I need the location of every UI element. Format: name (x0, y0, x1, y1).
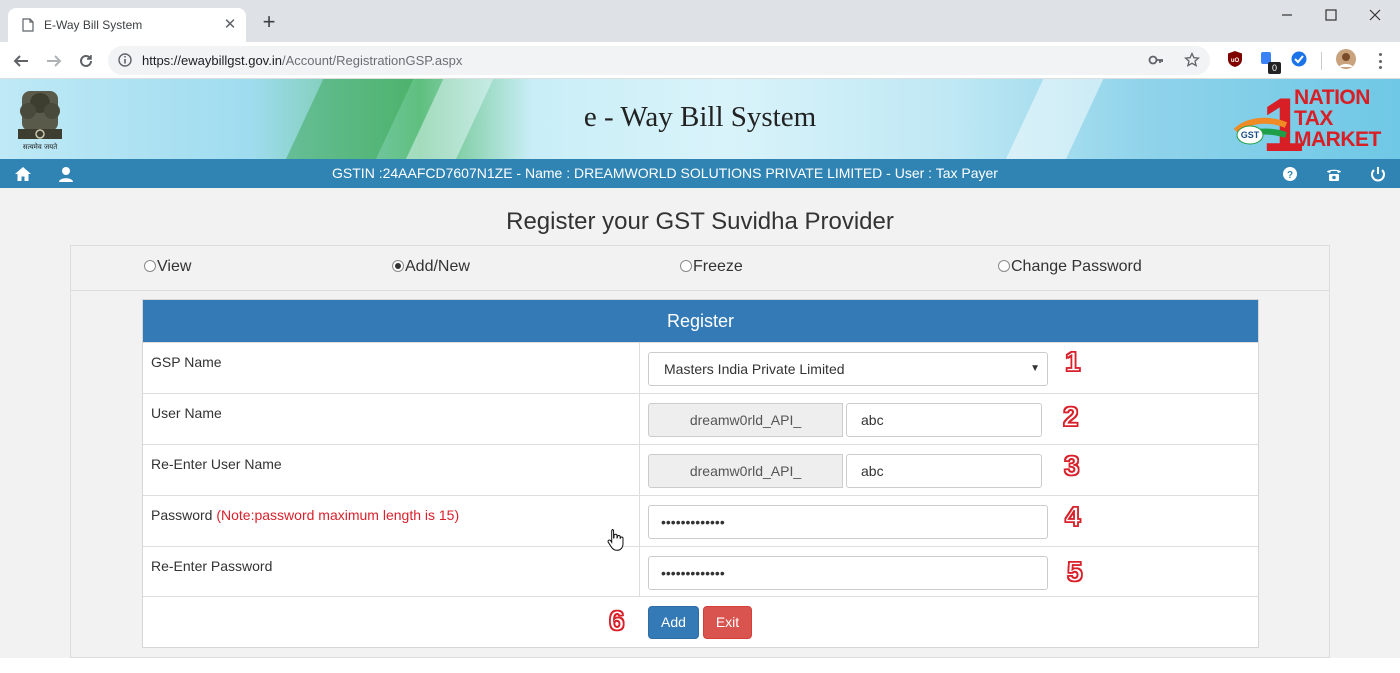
password-label: Password (Note:password maximum length i… (151, 507, 459, 523)
password-note: (Note:password maximum length is 15) (216, 507, 460, 523)
reenter-password-label: Re-Enter Password (151, 558, 273, 574)
browser-toolbar: https://ewaybillgst.gov.in/Account/Regis… (0, 42, 1400, 79)
radio-label: Change Password (1011, 258, 1142, 275)
tab-title: E-Way Bill System (44, 18, 143, 32)
form-actions: 6 Add Exit (143, 596, 1258, 647)
form-row-reenter-password: Re-Enter Password ••••••••••••• 5 (143, 546, 1258, 597)
column-divider (639, 547, 640, 597)
page-title: Register your GST Suvidha Provider (506, 208, 894, 235)
ublock-extension-icon[interactable]: uO (1226, 50, 1244, 68)
gsp-name-value: Masters India Private Limited (664, 361, 845, 377)
radio-freeze[interactable]: Freeze (680, 258, 743, 276)
back-icon[interactable] (9, 49, 33, 73)
user-name-prefix: dreamw0rld_API_ (648, 403, 843, 437)
help-icon[interactable]: ? (1281, 166, 1299, 182)
menu-kebab-icon[interactable] (1372, 51, 1388, 71)
gst-logo: 1 GST NATION TAX MARKET (1232, 83, 1394, 157)
reload-icon[interactable] (74, 49, 98, 73)
svg-text:uO: uO (1231, 58, 1240, 64)
close-tab-icon[interactable]: ✕ (222, 17, 238, 33)
step-marker-2: 2 (1062, 400, 1079, 433)
reenter-user-name-label: Re-Enter User Name (151, 456, 282, 472)
gsp-name-label: GSP Name (151, 354, 222, 370)
svg-text:?: ? (1287, 170, 1293, 181)
exit-button[interactable]: Exit (703, 606, 752, 639)
user-info-bar: GSTIN :24AAFCD7607N1ZE - Name : DREAMWOR… (0, 159, 1400, 188)
url-host: https://ewaybillgst.gov.in (142, 53, 282, 68)
step-marker-5: 5 (1066, 555, 1083, 588)
step-marker-4: 4 (1064, 500, 1081, 533)
phone-icon[interactable] (1325, 166, 1343, 182)
radio-button[interactable] (998, 260, 1010, 272)
radio-label: Freeze (693, 258, 743, 275)
browser-tab[interactable]: E-Way Bill System ✕ (8, 8, 246, 42)
minimize-icon[interactable] (1264, 0, 1310, 30)
url-text: https://ewaybillgst.gov.in/Account/Regis… (142, 53, 462, 68)
page-icon (22, 18, 34, 32)
radio-button[interactable] (680, 260, 692, 272)
emblem-caption: सत्यमेव जयते (22, 143, 58, 151)
register-form: Register GSP Name Masters India Private … (142, 299, 1259, 648)
step-marker-1: 1 (1064, 345, 1081, 378)
profile-avatar-icon[interactable] (1336, 49, 1356, 69)
url-path: /Account/RegistrationGSP.aspx (281, 53, 463, 68)
site-banner: सत्यमेव जयते e - Way Bill System 1 GST N… (0, 79, 1400, 159)
user-info-text: GSTIN :24AAFCD7607N1ZE - Name : DREAMWOR… (332, 165, 998, 181)
user-name-label: User Name (151, 405, 222, 421)
radio-view[interactable]: View (144, 258, 191, 276)
reenter-password-input[interactable]: ••••••••••••• (648, 556, 1048, 590)
bookmark-star-icon[interactable] (1184, 52, 1200, 68)
site-title: e - Way Bill System (583, 101, 817, 133)
add-button[interactable]: Add (648, 606, 699, 639)
user-name-input[interactable]: abc (846, 403, 1042, 437)
column-divider (639, 445, 640, 495)
column-divider (639, 394, 640, 444)
mode-radio-group: View Add/New Freeze Change Password (71, 246, 1329, 291)
radio-button[interactable] (144, 260, 156, 272)
reenter-user-name-prefix: dreamw0rld_API_ (648, 454, 843, 488)
forward-icon[interactable] (42, 49, 66, 73)
radio-button-selected[interactable] (392, 260, 404, 272)
gsp-name-select[interactable]: Masters India Private Limited ▼ (648, 352, 1048, 386)
column-divider (639, 343, 640, 393)
address-bar[interactable]: https://ewaybillgst.gov.in/Account/Regis… (108, 46, 1210, 75)
form-row-gsp-name: GSP Name Masters India Private Limited ▼… (143, 342, 1258, 393)
key-icon[interactable] (1148, 53, 1164, 67)
step-marker-3: 3 (1063, 449, 1080, 482)
radio-label: View (157, 258, 192, 275)
logout-power-icon[interactable] (1369, 166, 1387, 182)
toolbar-divider (1321, 52, 1322, 70)
password-label-text: Password (151, 507, 213, 523)
gst-logo-mark: 1 GST (1233, 83, 1302, 157)
form-row-user-name: User Name dreamw0rld_API_ abc 2 (143, 393, 1258, 444)
form-heading: Register (143, 300, 1258, 342)
form-row-reenter-user-name: Re-Enter User Name dreamw0rld_API_ abc 3 (143, 444, 1258, 495)
hand-cursor-icon (607, 529, 624, 551)
step-marker-6: 6 (608, 604, 625, 637)
extension-badge: 0 (1268, 62, 1281, 74)
reenter-user-name-input[interactable]: abc (846, 454, 1042, 488)
browser-tabstrip: E-Way Bill System ✕ + (0, 0, 1400, 42)
radio-label: Add/New (405, 258, 470, 275)
extension-globe-icon[interactable] (1290, 50, 1308, 68)
chevron-down-icon: ▼ (1030, 363, 1040, 374)
gst-logo-tagline: NATION TAX MARKET (1294, 86, 1381, 151)
password-input[interactable]: ••••••••••••• (648, 505, 1048, 539)
gst-logo-badge: GST (1241, 130, 1260, 140)
form-row-password: Password (Note:password maximum length i… (143, 495, 1258, 546)
column-divider (639, 496, 640, 546)
new-tab-icon[interactable]: + (258, 11, 280, 34)
radio-add-new[interactable]: Add/New (392, 258, 470, 276)
info-icon[interactable] (118, 53, 132, 67)
close-window-icon[interactable] (1352, 0, 1398, 30)
radio-change-password[interactable]: Change Password (998, 258, 1142, 276)
maximize-icon[interactable] (1308, 0, 1354, 30)
